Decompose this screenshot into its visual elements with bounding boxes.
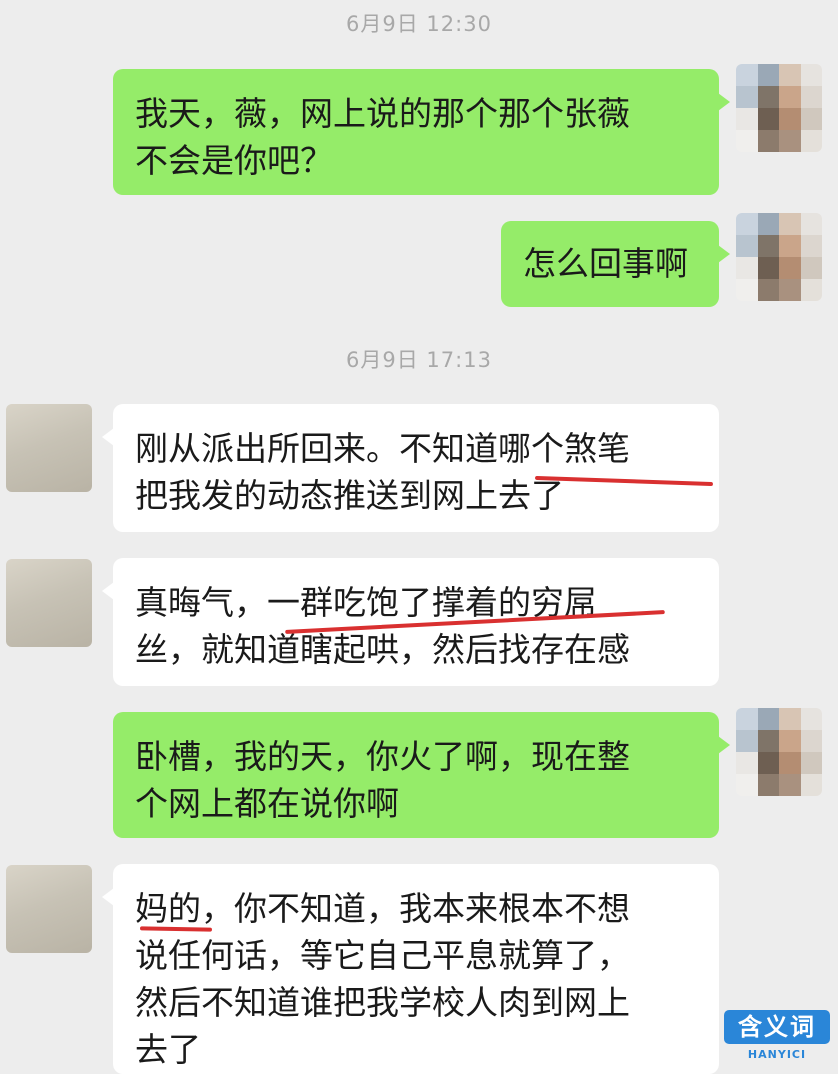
contact-avatar[interactable] <box>6 404 92 492</box>
message-line: 然后不知道谁把我学校人肉到网上 <box>135 983 630 1022</box>
message-line: 妈的，你不知道，我本来根本不想 <box>135 889 630 928</box>
message-bubble-incoming[interactable]: 真晦气，一群吃饱了撑着的穷屌 丝，就知道瞎起哄，然后找存在感 <box>102 558 719 686</box>
message-bubble-outgoing[interactable]: 怎么回事啊 <box>501 221 730 307</box>
message-line: 说任何话，等它自己平息就算了， <box>135 936 630 975</box>
message-line: 不会是你吧？ <box>135 141 333 180</box>
contact-avatar[interactable] <box>6 559 92 647</box>
message-bubble-incoming[interactable]: 妈的，你不知道，我本来根本不想 说任何话，等它自己平息就算了， 然后不知道谁把我… <box>102 864 719 1074</box>
message-line: 我天，薇，网上说的那个那个张薇 <box>135 94 630 133</box>
contact-avatar[interactable] <box>6 865 92 953</box>
message-bubble-outgoing[interactable]: 卧槽，我的天，你火了啊，现在整 个网上都在说你啊 <box>113 712 730 838</box>
watermark-subtext: HANYICI <box>747 1048 807 1061</box>
message-line: 丝，就知道瞎起哄，然后找存在感 <box>135 630 630 669</box>
watermark-logo: 含义词 HANYICI <box>724 1008 834 1066</box>
timestamp: 6月9日 12:30 <box>346 12 492 36</box>
message-bubble-incoming[interactable]: 刚从派出所回来。不知道哪个煞笔 把我发的动态推送到网上去了 <box>102 404 719 532</box>
self-avatar[interactable] <box>736 64 822 152</box>
timestamp: 6月9日 17:13 <box>346 348 492 372</box>
message-line: 卧槽，我的天，你火了啊，现在整 <box>135 737 630 776</box>
message-line: 去了 <box>135 1030 201 1069</box>
message-line: 真晦气，一群吃饱了撑着的穷屌 <box>135 583 597 622</box>
message-bubble-outgoing[interactable]: 我天，薇，网上说的那个那个张薇 不会是你吧？ <box>113 69 730 195</box>
watermark-logo-text: 含义词 <box>724 1010 830 1044</box>
message-line: 怎么回事啊 <box>523 244 688 283</box>
message-line: 刚从派出所回来。不知道哪个煞笔 <box>135 429 630 468</box>
message-line: 个网上都在说你啊 <box>135 784 399 823</box>
self-avatar[interactable] <box>736 708 822 796</box>
self-avatar[interactable] <box>736 213 822 301</box>
